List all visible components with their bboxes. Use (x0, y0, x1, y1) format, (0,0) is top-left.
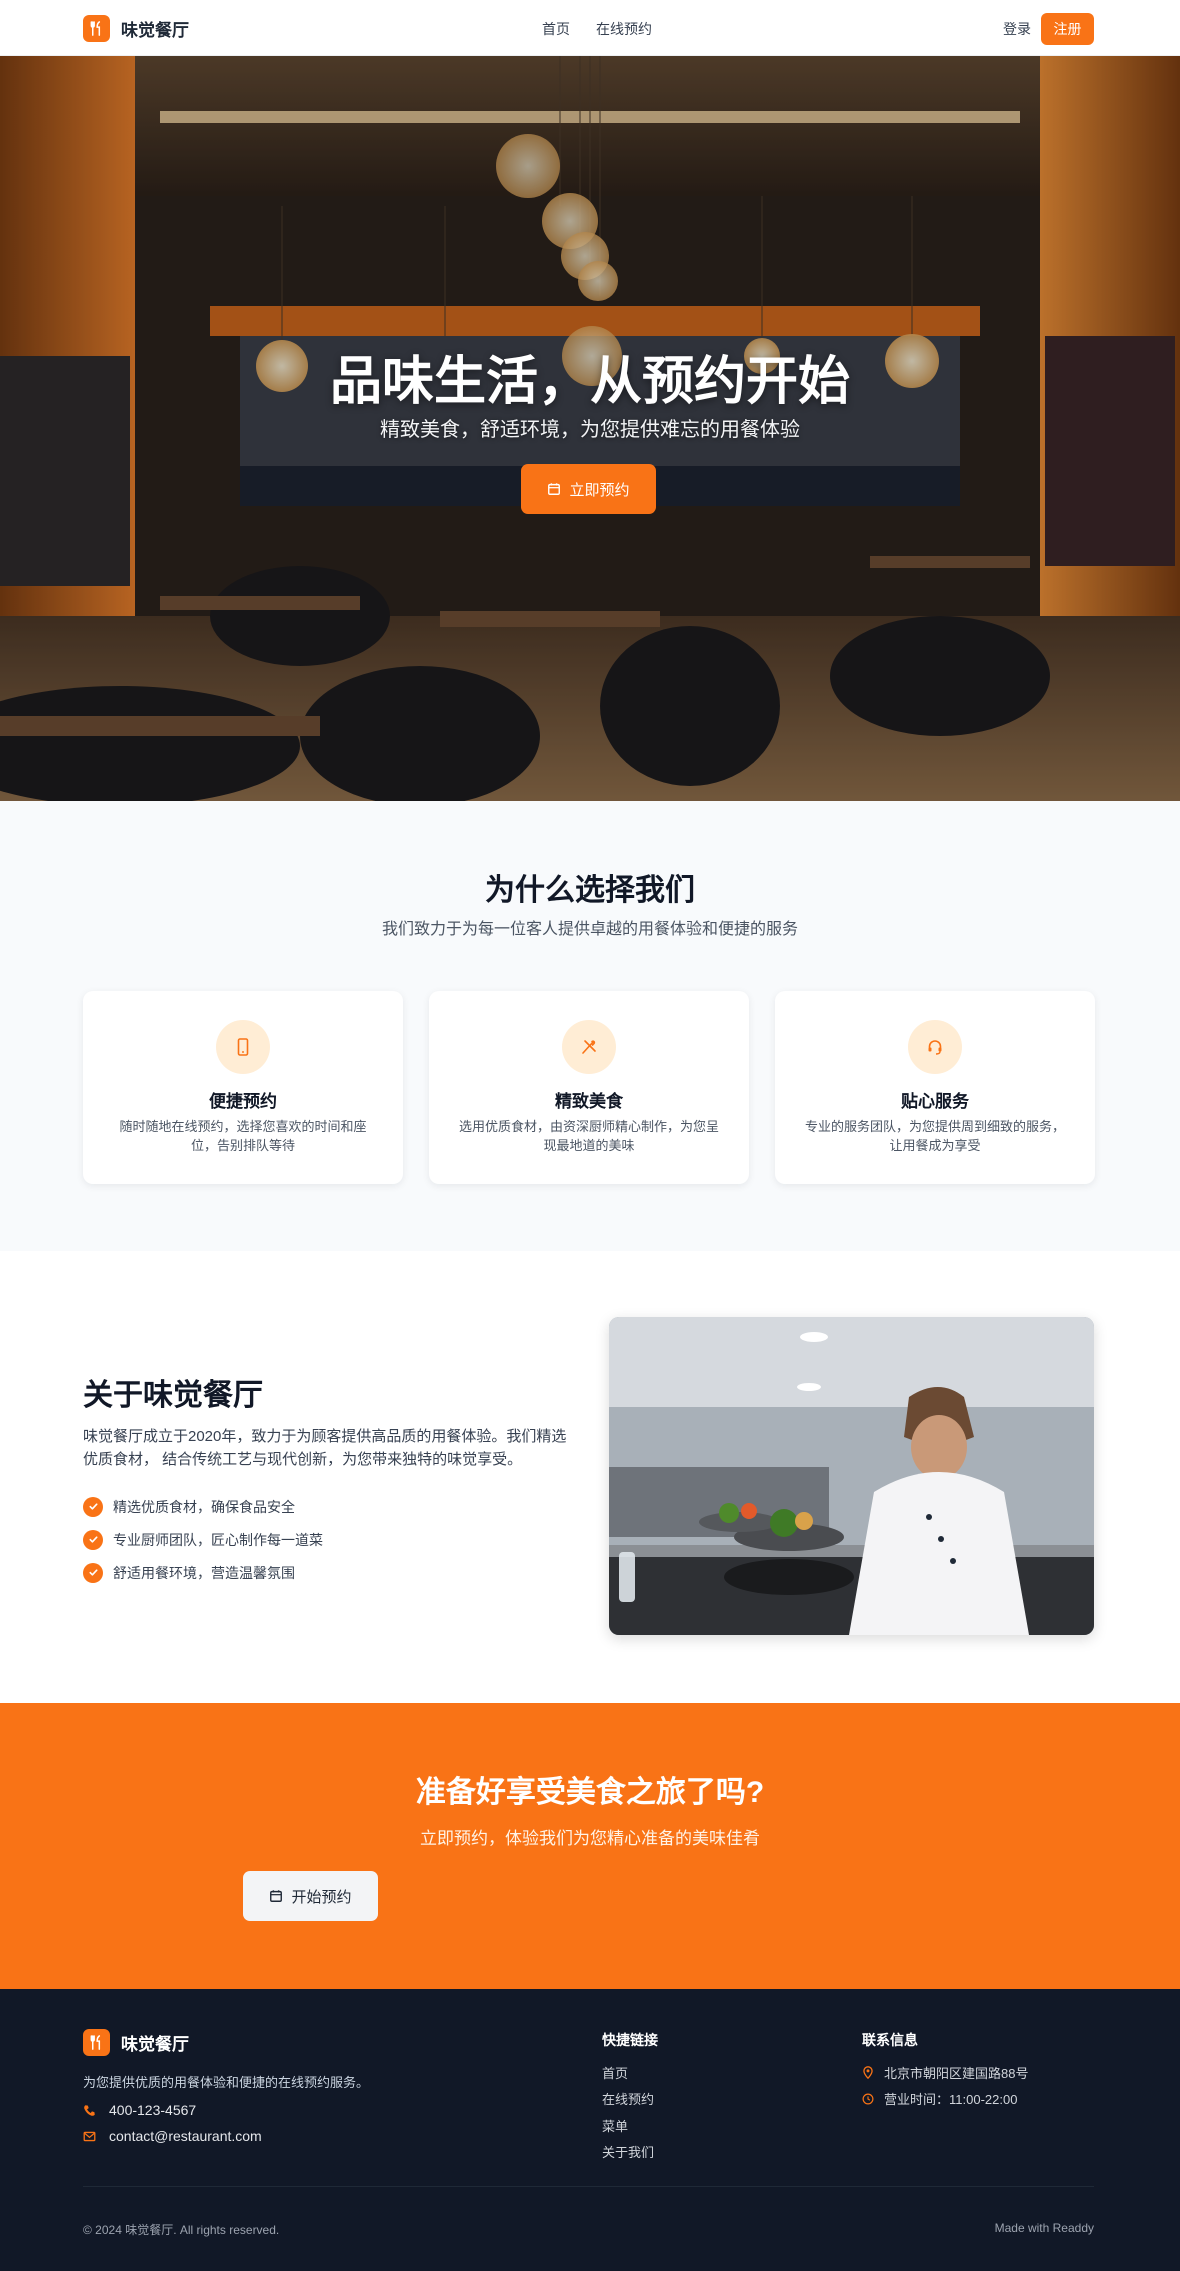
feature-card-food: 精致美食 选用优质食材，由资深厨师精心制作，为您呈现最地道的美味 (429, 991, 749, 1184)
feature-card-booking: 便捷预约 随时随地在线预约，选择您喜欢的时间和座位，告别排队等待 (83, 991, 403, 1184)
nav-link-reservation[interactable]: 在线预约 (596, 19, 652, 39)
copyright-text: © 2024 味觉餐厅. All rights reserved. (83, 2223, 280, 2237)
about-description: 味觉餐厅成立于2020年，致力于为顾客提供高品质的用餐体验。我们精选优质食材， … (83, 1428, 567, 1468)
check-circle-icon (83, 1562, 103, 1583)
nav-link-home[interactable]: 首页 (542, 19, 570, 39)
main-nav: 首页 在线预约 (542, 19, 652, 39)
top-navbar: 味觉餐厅 首页 在线预约 登录 注册 (0, 0, 1180, 56)
footer-brand: 味觉餐厅 (83, 2029, 189, 2056)
email-address: contact@restaurant.com (109, 2128, 262, 2144)
chef-cooking-image (609, 1317, 1094, 1635)
phone-number: 400-123-4567 (109, 2102, 197, 2118)
feature-card-service: 贴心服务 专业的服务团队，为您提供周到细致的服务，让用餐成为享受 (775, 991, 1095, 1184)
feature-card-title: 便捷预约 (209, 1092, 277, 1111)
headset-icon (908, 1020, 962, 1074)
feature-card-desc: 随时随地在线预约，选择您喜欢的时间和座位，告别排队等待 (119, 1119, 367, 1153)
site-footer: 味觉餐厅 为您提供优质的用餐体验和便捷的在线预约服务。 400-123-4567… (0, 1989, 1180, 2271)
brand-name: 味觉餐厅 (121, 20, 189, 40)
quick-links-title: 快捷链接 (602, 2032, 658, 2048)
check-circle-icon (83, 1529, 103, 1550)
footer-divider (83, 2186, 1094, 2187)
list-item: 专业厨师团队，匠心制作每一道菜 (83, 1523, 323, 1556)
mail-icon (83, 2130, 105, 2143)
footer-link-menu[interactable]: 菜单 (602, 2116, 628, 2135)
list-item: 舒适用餐环境，营造温馨氛围 (83, 1556, 323, 1589)
footer-brand-name: 味觉餐厅 (121, 2035, 189, 2054)
hours-text: 营业时间：11:00-22:00 (884, 2092, 1018, 2107)
why-subtitle: 我们致力于为每一位客人提供卓越的用餐体验和便捷的服务 (381, 921, 798, 938)
list-item-text: 专业厨师团队，匠心制作每一道菜 (113, 1531, 323, 1548)
smartphone-icon (216, 1020, 270, 1074)
login-link[interactable]: 登录 (1003, 19, 1031, 39)
clock-icon (862, 2093, 882, 2105)
cta-subtitle: 立即预约，体验我们为您精心准备的美味佳肴 (420, 1829, 760, 1848)
footer-link-about[interactable]: 关于我们 (602, 2142, 654, 2161)
footer-link-reservation[interactable]: 在线预约 (602, 2089, 654, 2108)
register-button[interactable]: 注册 (1041, 13, 1094, 45)
about-title: 关于味觉餐厅 (83, 1379, 263, 1412)
brand-logo-link[interactable]: 味觉餐厅 (83, 14, 189, 42)
why-choose-us-section: 为什么选择我们 我们致力于为每一位客人提供卓越的用餐体验和便捷的服务 便捷预约 … (0, 801, 1180, 1251)
start-reservation-label: 开始预约 (291, 1888, 352, 1906)
feature-card-title: 贴心服务 (901, 1092, 969, 1111)
about-feature-list: 精选优质食材，确保食品安全 专业厨师团队，匠心制作每一道菜 舒适用餐环境，营造温… (83, 1490, 323, 1589)
utensils-logo-icon (83, 2029, 110, 2056)
list-item-text: 舒适用餐环境，营造温馨氛围 (113, 1564, 295, 1581)
feature-card-desc: 专业的服务团队，为您提供周到细致的服务，让用餐成为享受 (805, 1119, 1066, 1153)
contact-info-title: 联系信息 (862, 2032, 918, 2048)
utensils-logo-icon (83, 14, 110, 42)
address-text: 北京市朝阳区建国路88号 (884, 2066, 1029, 2081)
auth-actions: 登录 注册 (1003, 13, 1094, 45)
list-item-text: 精选优质食材，确保食品安全 (113, 1498, 295, 1515)
cta-title: 准备好享受美食之旅了吗? (415, 1776, 765, 1809)
reserve-now-button[interactable]: 立即预约 (521, 464, 656, 514)
start-reservation-button[interactable]: 开始预约 (243, 1871, 378, 1921)
footer-address: 北京市朝阳区建国路88号 (862, 2063, 1028, 2082)
utensils-icon (562, 1020, 616, 1074)
hero-title: 品味生活，从预约开始 (329, 353, 850, 411)
check-circle-icon (83, 1496, 103, 1517)
list-item: 精选优质食材，确保食品安全 (83, 1490, 323, 1523)
calendar-icon (269, 1889, 283, 1903)
feature-card-desc: 选用优质食材，由资深厨师精心制作，为您呈现最地道的美味 (459, 1119, 720, 1153)
footer-hours: 营业时间：11:00-22:00 (862, 2089, 1017, 2108)
footer-email[interactable]: contact@restaurant.com (83, 2128, 262, 2144)
hero-subtitle: 精致美食，舒适环境，为您提供难忘的用餐体验 (380, 419, 800, 441)
reserve-now-label: 立即预约 (569, 481, 630, 499)
phone-icon (83, 2104, 105, 2117)
feature-card-title: 精致美食 (555, 1092, 623, 1111)
calendar-icon (547, 482, 561, 496)
map-pin-icon (862, 2066, 882, 2079)
cta-section: 准备好享受美食之旅了吗? 立即预约，体验我们为您精心准备的美味佳肴 开始预约 (0, 1703, 1180, 1989)
footer-phone[interactable]: 400-123-4567 (83, 2102, 196, 2118)
footer-link-home[interactable]: 首页 (602, 2063, 628, 2082)
hero-section: 品味生活，从预约开始 精致美食，舒适环境，为您提供难忘的用餐体验 立即预约 (0, 56, 1180, 801)
footer-description: 为您提供优质的用餐体验和便捷的在线预约服务。 (83, 2075, 370, 2090)
made-with-text: Made with Readdy (994, 2221, 1094, 2235)
why-title: 为什么选择我们 (485, 874, 695, 907)
